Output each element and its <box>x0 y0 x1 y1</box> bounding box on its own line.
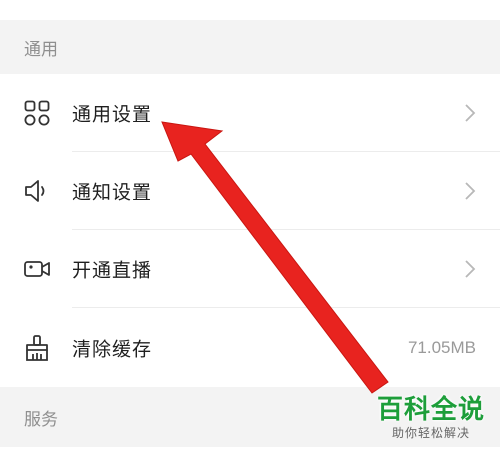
chevron-right-icon <box>465 182 476 200</box>
section-title-general: 通用 <box>24 39 58 60</box>
menu-item-notification-settings[interactable]: 通知设置 <box>0 152 500 230</box>
chevron-right-icon <box>465 260 476 278</box>
grid-icon <box>22 98 52 128</box>
broom-icon <box>22 333 52 363</box>
menu-item-label: 清除缓存 <box>72 338 153 361</box>
section-header-general: 通用 <box>0 20 500 74</box>
speaker-icon <box>22 176 52 206</box>
watermark-subtitle: 助你轻松解决 <box>391 426 470 440</box>
section-title-services: 服务 <box>24 409 58 430</box>
video-camera-icon <box>22 254 52 284</box>
menu-item-general-settings[interactable]: 通用设置 <box>0 74 500 152</box>
watermark-title: 百科全说 <box>376 395 485 425</box>
menu-item-label: 通知设置 <box>72 181 153 204</box>
divider <box>72 307 500 308</box>
chevron-right-icon <box>465 104 476 122</box>
menu-item-clear-cache[interactable]: 清除缓存 71.05MB <box>0 309 500 387</box>
menu-item-start-live[interactable]: 开通直播 <box>0 230 500 308</box>
cache-size-value: 71.05MB <box>407 338 476 357</box>
watermark-logo: 百科全说 助你轻松解决 <box>372 395 490 441</box>
menu-item-label: 通用设置 <box>72 103 153 126</box>
menu-item-label: 开通直播 <box>72 259 153 282</box>
